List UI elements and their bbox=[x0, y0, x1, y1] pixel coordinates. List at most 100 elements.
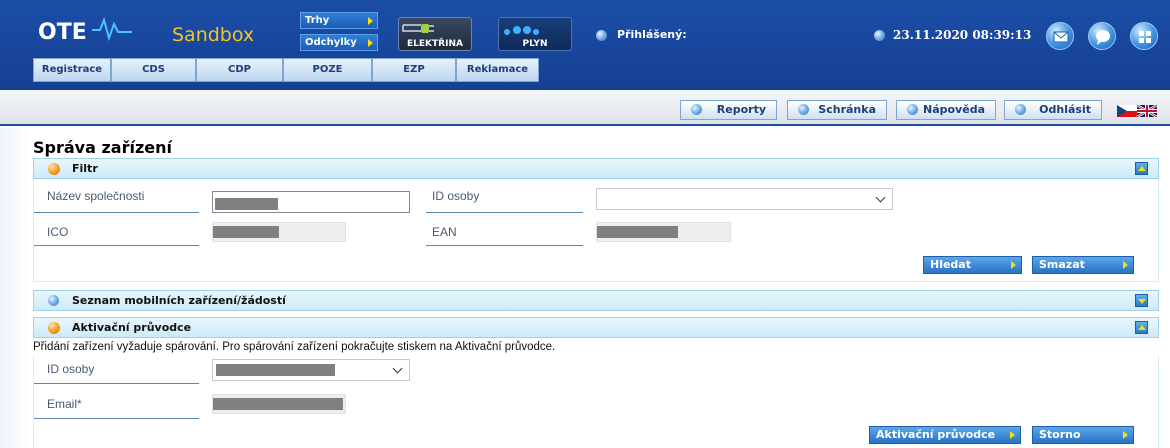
datetime-text: 23.11.2020 08:39:13 bbox=[893, 28, 1032, 42]
wizard-person-id-label: ID osoby bbox=[47, 362, 95, 376]
logged-in-label: Přihlášený: bbox=[617, 28, 687, 41]
ean-field[interactable] bbox=[596, 222, 731, 242]
gas-label: PLYN bbox=[522, 39, 548, 49]
arrow-right-icon bbox=[1123, 431, 1128, 439]
help-button[interactable]: Nápověda bbox=[896, 100, 996, 120]
company-name-input[interactable] bbox=[212, 191, 410, 213]
wizard-title: Aktivační průvodce bbox=[72, 321, 192, 334]
email-underline bbox=[34, 418, 199, 419]
environment-label: Sandbox bbox=[172, 24, 255, 46]
mail-icon bbox=[1053, 31, 1069, 43]
person-id-underline bbox=[426, 212, 583, 213]
nav-item-poze[interactable]: POZE bbox=[283, 58, 372, 82]
filter-title: Filtr bbox=[72, 162, 98, 175]
collapse-up-icon[interactable] bbox=[1135, 162, 1148, 175]
apps-button[interactable] bbox=[1130, 22, 1158, 50]
devices-panel-header[interactable]: Seznam mobilních zařízení/žádostí bbox=[33, 290, 1159, 311]
inbox-button[interactable]: Schránka bbox=[787, 100, 887, 120]
devices-title: Seznam mobilních zařízení/žádostí bbox=[72, 294, 286, 307]
trhy-button[interactable]: Trhy bbox=[300, 12, 378, 29]
wizard-bullet-icon bbox=[48, 322, 60, 334]
pulse-logo-icon bbox=[92, 16, 132, 42]
filter-panel-header[interactable]: Filtr bbox=[33, 158, 1159, 179]
inbox-label: Schránka bbox=[818, 103, 876, 116]
ico-field[interactable] bbox=[212, 222, 346, 242]
devices-bullet-icon bbox=[48, 295, 59, 306]
logout-button[interactable]: Odhlásit bbox=[1004, 100, 1102, 120]
arrow-right-icon bbox=[1123, 261, 1128, 269]
plug-icon bbox=[402, 24, 434, 33]
left-edge-shadow bbox=[0, 128, 30, 448]
clock-bullet-icon bbox=[874, 30, 885, 41]
ote-logo: OTE bbox=[38, 20, 87, 45]
reports-bullet-icon bbox=[691, 104, 702, 115]
nav-item-ezp[interactable]: EZP bbox=[372, 58, 456, 82]
arrow-right-icon bbox=[1010, 431, 1015, 439]
expand-down-icon[interactable] bbox=[1135, 294, 1148, 307]
arrow-right-icon bbox=[368, 17, 373, 25]
wizard-panel-header[interactable]: Aktivační průvodce bbox=[33, 317, 1159, 338]
flame-icon bbox=[504, 26, 539, 35]
odchylky-button[interactable]: Odchylky bbox=[300, 34, 378, 51]
clear-button-label: Smazat bbox=[1039, 258, 1085, 271]
logged-in-status: Přihlášený: bbox=[596, 28, 687, 41]
redacted-value bbox=[597, 226, 678, 238]
nav-item-reklamace[interactable]: Reklamace bbox=[456, 58, 539, 82]
mail-button[interactable] bbox=[1046, 22, 1074, 50]
person-id-select[interactable] bbox=[596, 188, 893, 210]
arrow-right-icon bbox=[368, 39, 373, 47]
chevron-down-icon bbox=[392, 363, 403, 374]
filter-bullet-icon bbox=[48, 163, 60, 175]
apps-icon bbox=[1139, 31, 1151, 43]
help-label: Nápověda bbox=[923, 103, 985, 116]
collapse-up-icon[interactable] bbox=[1135, 321, 1148, 334]
electricity-button[interactable]: ELEKTŘINA bbox=[398, 17, 472, 51]
wizard-info-text: Přidání zařízení vyžaduje spárování. Pro… bbox=[33, 341, 556, 353]
redacted-value bbox=[213, 226, 279, 238]
search-button-label: Hledat bbox=[930, 258, 971, 271]
reports-label: Reporty bbox=[716, 103, 766, 116]
nav-item-cdp[interactable]: CDP bbox=[196, 58, 283, 82]
odchylky-label: Odchylky bbox=[305, 37, 357, 48]
clear-button[interactable]: Smazat bbox=[1032, 256, 1134, 274]
wizard-panel-body: ID osoby Email* Aktivační průvodce Storn… bbox=[33, 355, 1159, 448]
chevron-down-icon bbox=[875, 192, 886, 203]
ean-label: EAN bbox=[432, 225, 457, 239]
cancel-button[interactable]: Storno bbox=[1032, 426, 1134, 444]
activation-wizard-button[interactable]: Aktivační průvodce bbox=[869, 426, 1021, 444]
company-name-label: Název společnosti bbox=[47, 189, 145, 203]
page-title: Správa zařízení bbox=[33, 138, 172, 157]
toolbar: Reporty Schránka Nápověda Odhlásit bbox=[0, 90, 1170, 126]
ean-underline bbox=[426, 245, 583, 246]
status-bullet-icon bbox=[596, 29, 607, 41]
logout-label: Odhlásit bbox=[1039, 103, 1091, 116]
electricity-label: ELEKTŘINA bbox=[407, 39, 463, 49]
email-label: Email* bbox=[47, 397, 82, 411]
search-button[interactable]: Hledat bbox=[923, 256, 1022, 274]
app-header: OTE Sandbox Trhy Odchylky ELEKTŘINA PLYN… bbox=[0, 0, 1170, 90]
wizard-person-id-underline bbox=[34, 383, 199, 384]
filter-panel-body: Název společnosti ID osoby ICO EAN Hleda… bbox=[33, 179, 1159, 282]
redacted-value bbox=[216, 364, 335, 376]
help-bullet-icon bbox=[907, 104, 918, 115]
gas-button[interactable]: PLYN bbox=[498, 17, 572, 51]
arrow-right-icon bbox=[1011, 261, 1016, 269]
ico-label: ICO bbox=[47, 225, 69, 239]
activation-wizard-button-label: Aktivační průvodce bbox=[876, 428, 996, 441]
email-field[interactable] bbox=[212, 394, 346, 414]
main-navigation: Registrace CDS CDP POZE EZP Reklamace bbox=[33, 58, 539, 82]
nav-item-cds[interactable]: CDS bbox=[111, 58, 196, 82]
nav-item-registrace[interactable]: Registrace bbox=[33, 58, 111, 82]
redacted-value bbox=[213, 398, 343, 410]
logout-bullet-icon bbox=[1015, 104, 1026, 115]
wizard-person-id-select[interactable] bbox=[212, 359, 410, 381]
datetime-display: 23.11.2020 08:39:13 bbox=[874, 28, 1031, 42]
reports-button[interactable]: Reporty bbox=[680, 100, 777, 120]
cancel-button-label: Storno bbox=[1039, 428, 1081, 441]
ico-underline bbox=[34, 245, 199, 246]
language-flags-icon[interactable] bbox=[1117, 105, 1157, 117]
company-name-underline bbox=[34, 212, 199, 213]
chat-icon bbox=[1096, 30, 1110, 45]
person-id-label: ID osoby bbox=[432, 189, 480, 203]
chat-button[interactable] bbox=[1088, 22, 1116, 50]
